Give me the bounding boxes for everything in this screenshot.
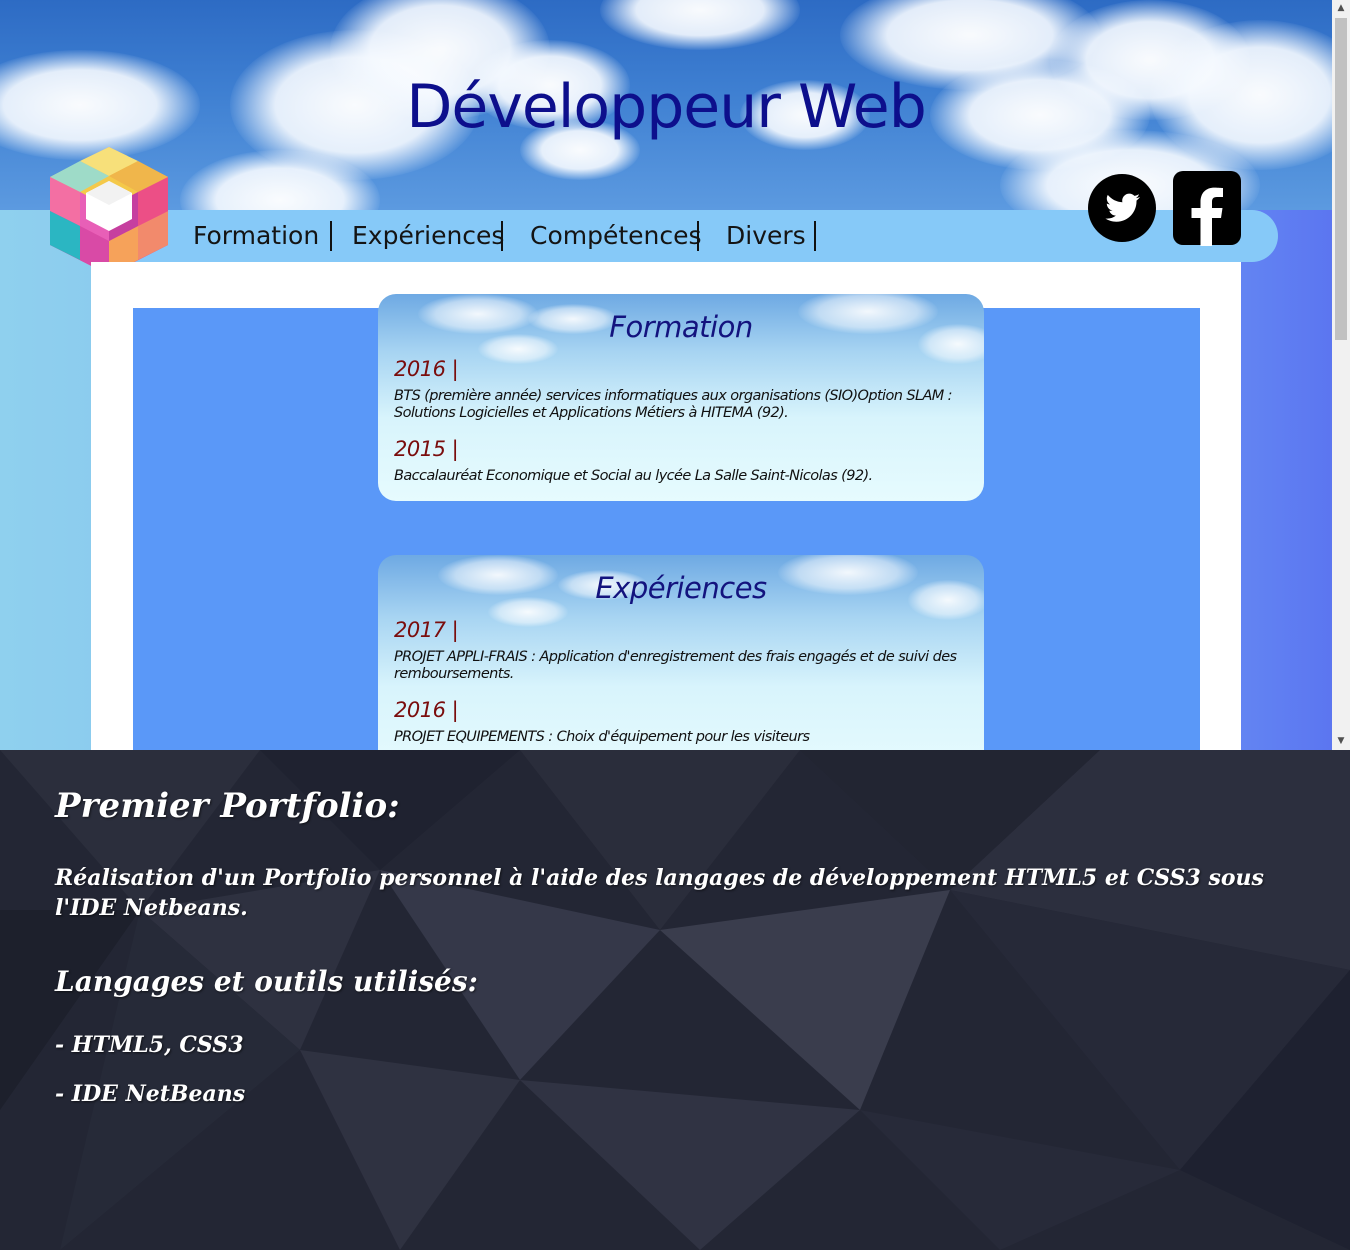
tools-heading: Langages et outils utilisés: bbox=[55, 965, 478, 998]
tool-item: - HTML5, CSS3 bbox=[55, 1032, 244, 1058]
facebook-button[interactable] bbox=[1172, 170, 1242, 246]
card-title: Formation bbox=[609, 310, 753, 344]
nav-separator bbox=[697, 221, 699, 251]
entry-description: Baccalauréat Economique et Social au lyc… bbox=[394, 468, 873, 484]
entry-year: 2015 | bbox=[394, 437, 459, 461]
nav-item-divers[interactable]: Divers bbox=[726, 218, 806, 254]
project-detail-panel: Premier Portfolio: Réalisation d'un Port… bbox=[0, 750, 1350, 1250]
nav-item-formation[interactable]: Formation bbox=[193, 218, 319, 254]
nav-item-competences[interactable]: Compétences bbox=[530, 218, 702, 254]
scroll-up-arrow-icon[interactable]: ▲ bbox=[1332, 0, 1350, 17]
entry-year: 2016 | bbox=[394, 357, 459, 381]
entry-description: PROJET EQUIPEMENTS : Choix d'équipement … bbox=[394, 729, 810, 745]
project-heading: Premier Portfolio: bbox=[55, 786, 400, 826]
nav-separator bbox=[501, 221, 503, 251]
site-title: Développeur Web bbox=[406, 72, 927, 142]
project-description: Réalisation d'un Portfolio personnel à l… bbox=[55, 865, 1264, 921]
cube-logo-icon bbox=[50, 147, 168, 275]
nav-item-experiences[interactable]: Expériences bbox=[352, 218, 504, 254]
browser-viewport: Développeur Web Formation Expériences Co… bbox=[0, 0, 1350, 750]
scrollbar-thumb[interactable] bbox=[1335, 18, 1347, 340]
formation-card: Formation 2016 | BTS (première année) se… bbox=[378, 294, 984, 501]
entry-description: PROJET APPLI-FRAIS : Application d'enreg… bbox=[394, 649, 957, 682]
scroll-down-arrow-icon[interactable]: ▼ bbox=[1332, 733, 1350, 750]
tool-item: - IDE NetBeans bbox=[55, 1081, 246, 1107]
experiences-card: Expériences 2017 | PROJET APPLI-FRAIS : … bbox=[378, 555, 984, 750]
entry-year: 2017 | bbox=[394, 618, 459, 642]
entry-year: 2016 | bbox=[394, 698, 459, 722]
twitter-button[interactable] bbox=[1086, 170, 1158, 246]
card-title: Expériences bbox=[595, 571, 767, 605]
nav-separator bbox=[330, 221, 332, 251]
entry-description: BTS (première année) services informatiq… bbox=[394, 388, 953, 421]
vertical-scrollbar[interactable]: ▲ ▼ bbox=[1332, 0, 1350, 750]
nav-separator bbox=[814, 221, 816, 251]
